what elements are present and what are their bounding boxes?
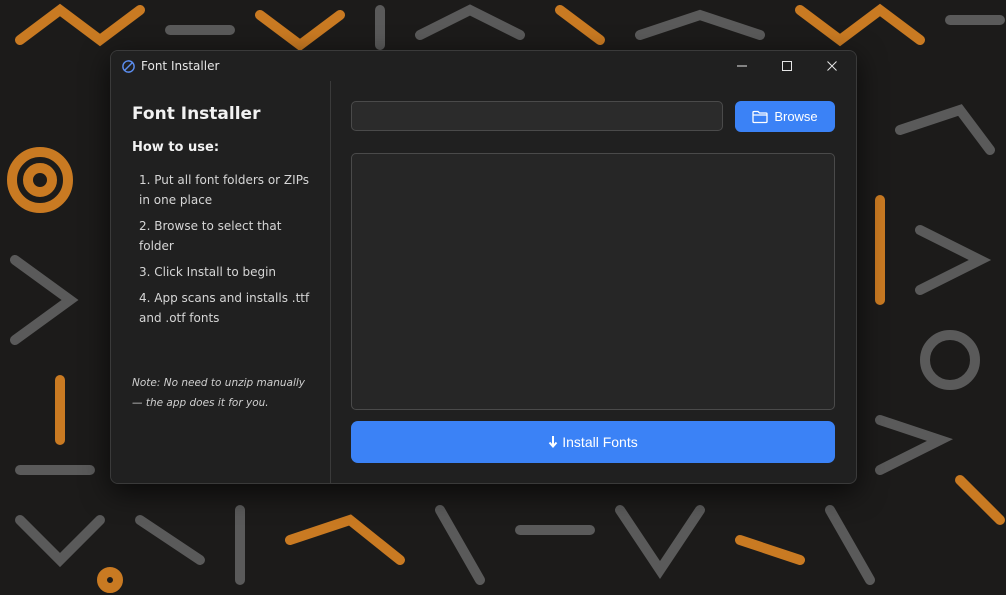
install-button-label: Install Fonts (562, 434, 638, 450)
step-item: 2. Browse to select that folder (139, 219, 282, 253)
app-window: Font Installer Font Installer How to use… (110, 50, 857, 484)
close-icon (827, 61, 837, 71)
maximize-button[interactable] (764, 51, 810, 81)
browse-button[interactable]: Browse (735, 101, 835, 132)
desktop: Font Installer Font Installer How to use… (0, 0, 1006, 595)
step-item: 3. Click Install to begin (139, 265, 277, 279)
folder-icon (752, 110, 768, 123)
sidebar-title: Font Installer (132, 104, 261, 124)
steps-list: 1. Put all font folders or ZIPs in one p… (139, 170, 319, 334)
maximize-icon (782, 61, 792, 71)
how-to-heading: How to use: (132, 140, 220, 155)
minimize-button[interactable] (719, 51, 765, 81)
instructions-sidebar: Font Installer How to use: 1. Put all fo… (111, 81, 331, 483)
step-item: 1. Put all font folders or ZIPs in one p… (139, 173, 309, 207)
folder-path-input[interactable] (351, 101, 723, 131)
close-button[interactable] (809, 51, 855, 81)
main-panel: Browse Install Fonts (331, 81, 856, 483)
install-fonts-button[interactable]: Install Fonts (351, 421, 835, 463)
download-arrow-icon (548, 436, 558, 449)
step-item: 4. App scans and installs .ttf and .otf … (139, 291, 310, 325)
title-bar[interactable]: Font Installer (111, 51, 856, 81)
note-text: Note: No need to unzip manually — the ap… (132, 377, 305, 409)
window-title: Font Installer (141, 59, 220, 73)
browse-button-label: Browse (774, 109, 818, 124)
app-logo-icon (122, 60, 135, 73)
minimize-icon (737, 65, 747, 67)
log-output[interactable] (351, 153, 835, 410)
